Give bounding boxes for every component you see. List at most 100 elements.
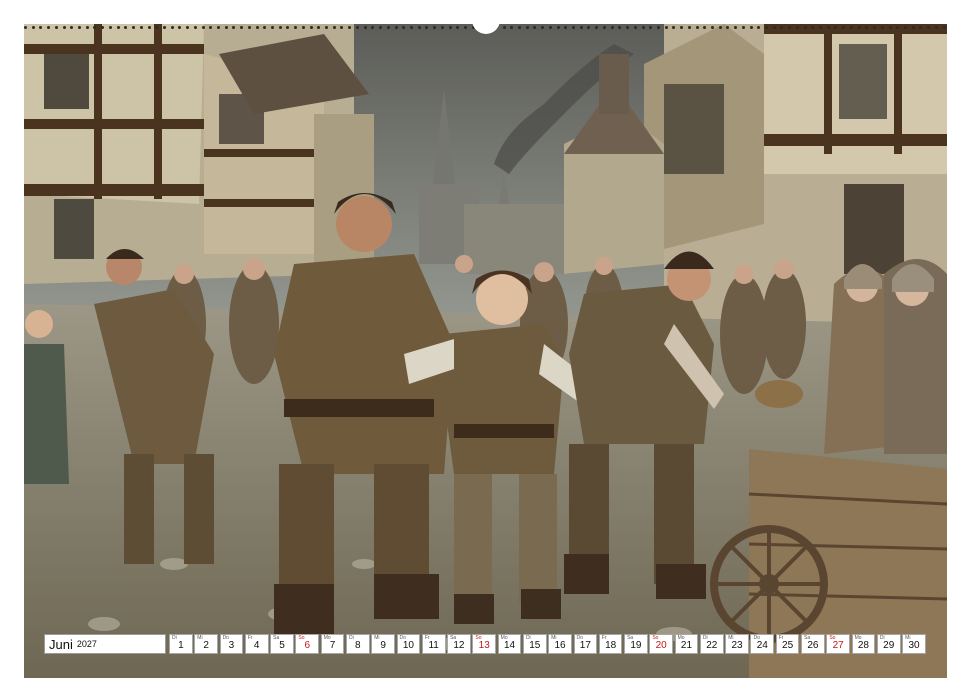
day-cell: Mo 14 [497,634,522,654]
binding-dot [857,26,861,29]
binding-dot [772,26,776,29]
binding-dot [433,26,437,29]
day-number: 14 [503,640,516,651]
day-cell: So 6 [295,634,320,654]
artwork-illustration [24,24,947,678]
day-number: 16 [554,640,566,651]
day-number: 4 [253,640,260,651]
binding-dot [240,26,244,29]
day-number: 30 [908,640,920,651]
day-number: 19 [630,640,642,651]
binding-dot [70,26,74,29]
binding-dot [301,26,305,29]
day-cell: Di 1 [169,634,193,654]
binding-dot [24,26,27,29]
day-number: 24 [756,640,768,651]
binding-dot [448,26,452,29]
day-cell: Do 17 [573,634,598,654]
binding-dot [718,26,722,29]
binding-dot [409,26,413,29]
binding-dot [193,26,197,29]
day-cell: Di 22 [699,634,724,654]
binding-dot [927,26,931,29]
binding-dot [819,26,823,29]
binding-dot [541,26,545,29]
day-cell: Mo 7 [320,634,345,654]
binding-dot [78,26,82,29]
day-cell: Sa 26 [801,634,825,654]
binding-dot [116,26,120,29]
binding-dot [54,26,58,29]
day-cell: Fr 11 [421,634,446,654]
binding-dot [379,26,383,29]
binding-dot [31,26,35,29]
day-cell: Fr 18 [598,634,623,654]
day-number: 23 [731,640,743,651]
binding-dot [680,26,684,29]
binding-dot [209,26,213,29]
binding-dot [417,26,421,29]
binding-dot [518,26,521,29]
binding-dot [788,26,792,29]
day-cell: Mo 28 [851,634,876,654]
day-number: 25 [782,640,794,651]
day-number: 9 [380,640,386,651]
binding-dot [278,26,282,29]
binding-dot [317,26,321,29]
binding-dot [687,26,691,29]
binding-dot [325,26,329,29]
binding-dot [633,26,637,29]
day-number: 5 [279,640,285,651]
day-number: 27 [832,640,844,651]
day-cell: Fr 4 [244,634,269,654]
binding-dot [201,26,205,29]
binding-dot [510,26,514,29]
binding-dot [394,26,398,29]
binding-dot [255,26,259,29]
binding-dot [595,26,599,29]
day-cell: Di 8 [345,634,370,654]
day-cell: Mo 21 [674,634,699,654]
binding-dot [741,26,745,29]
binding-dot [834,26,838,29]
binding-dot [124,26,128,29]
binding-dot [363,26,367,29]
day-cells: Di 1 Mi 2 Do 3 Fr 4 Sa 5 So 6 Mo 7 Di 8 Mi 9 Do 10 Fr 11 Sa 12 S… [169,634,926,654]
binding-dot [911,26,915,29]
day-number: 8 [355,640,361,651]
binding-dot [934,26,938,29]
day-number: 17 [579,640,591,651]
binding-dot [572,26,576,29]
binding-dot [942,26,946,29]
binding-dot [340,26,344,29]
day-cell: Do 10 [396,634,421,654]
binding-dot [919,26,923,29]
binding-dot [224,26,228,29]
binding-dot [896,26,900,29]
day-cell: Mi 30 [902,634,926,654]
binding-dot [62,26,66,29]
binding-dot [93,26,97,29]
day-cell: So 20 [649,634,674,654]
binding-dot [132,26,136,29]
binding-dot [610,26,614,29]
binding-dot [39,26,43,29]
binding-dot [170,26,174,29]
binding-dot [880,26,884,29]
binding-dot [626,26,630,29]
binding-dot [247,26,251,29]
binding-dot [803,26,807,29]
binding-dot [873,26,877,29]
binding-dot [85,26,89,29]
binding-dot [888,26,892,29]
binding-dot [749,26,753,29]
binding-dot [903,26,907,29]
day-cell: Fr 25 [775,634,800,654]
binding-dot [525,26,529,29]
binding-dot [726,26,730,29]
binding-dot [757,26,761,29]
binding-dot [710,26,714,29]
binding-dot [271,26,274,29]
binding-dot [139,26,143,29]
day-cell: Do 3 [219,634,244,654]
